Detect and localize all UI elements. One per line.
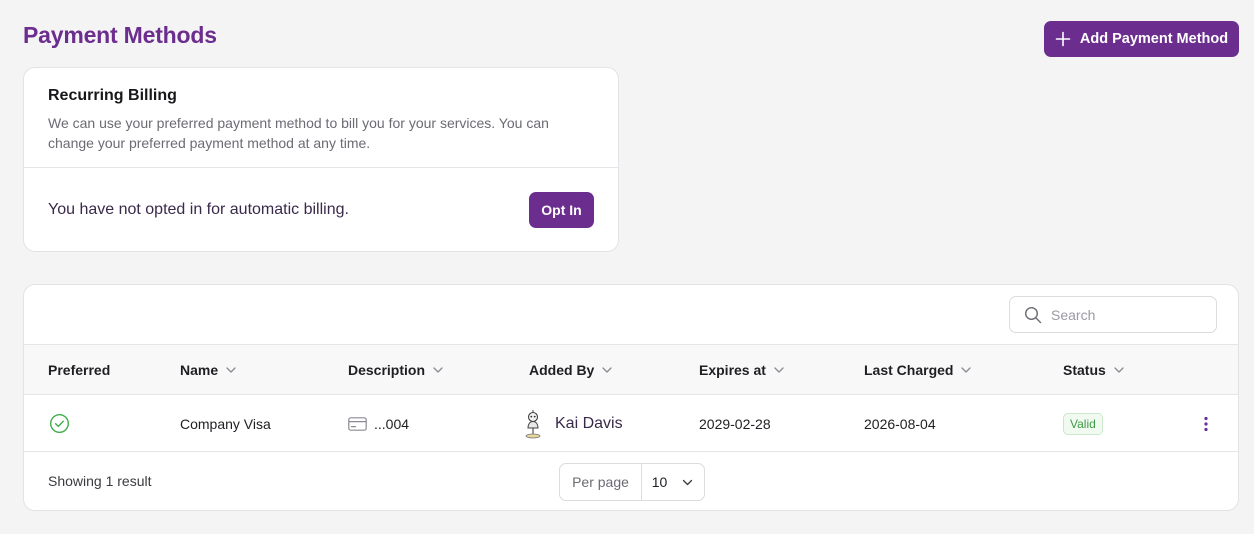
added-by-cell: Kai Davis xyxy=(521,395,623,452)
status-cell: Valid xyxy=(1063,395,1103,452)
add-payment-method-label: Add Payment Method xyxy=(1079,31,1229,47)
result-count: Showing 1 result xyxy=(48,473,152,489)
per-page-select[interactable]: 10 xyxy=(642,464,704,500)
column-expires-at[interactable]: Expires at xyxy=(699,345,786,395)
added-by-name: Kai Davis xyxy=(555,414,623,432)
column-status-label: Status xyxy=(1063,362,1106,378)
row-actions-button[interactable] xyxy=(1194,412,1218,436)
status-badge: Valid xyxy=(1063,412,1103,435)
column-last-charged[interactable]: Last Charged xyxy=(864,345,973,395)
payment-methods-table: Preferred Name Description Added By Expi… xyxy=(23,284,1239,511)
description-cell: ...004 xyxy=(348,395,409,452)
column-preferred-label: Preferred xyxy=(48,362,111,378)
last-charged-cell: 2026-08-04 xyxy=(864,415,936,432)
row-actions-cell xyxy=(1194,395,1218,452)
billing-card-header: Recurring Billing We can use your prefer… xyxy=(24,68,618,168)
column-expires-at-label: Expires at xyxy=(699,362,766,378)
column-status[interactable]: Status xyxy=(1063,345,1126,395)
billing-title: Recurring Billing xyxy=(48,87,177,104)
kebab-menu-icon xyxy=(1204,416,1208,431)
opt-in-button[interactable]: Opt In xyxy=(529,192,594,228)
recurring-billing-card: Recurring Billing We can use your prefer… xyxy=(23,67,619,252)
name-cell: Company Visa xyxy=(180,415,271,432)
search-box[interactable] xyxy=(1009,296,1217,333)
billing-description: We can use your preferred payment method… xyxy=(48,115,549,151)
per-page-control: Per page 10 xyxy=(559,463,705,501)
chevron-down-icon xyxy=(602,367,612,373)
page-title: Payment Methods xyxy=(23,22,217,48)
per-page-value: 10 xyxy=(651,474,668,490)
billing-card-body: You have not opted in for automatic bill… xyxy=(24,168,618,252)
card-last-digits: ...004 xyxy=(374,415,410,432)
chevron-down-icon xyxy=(961,367,972,373)
column-added-by-label: Added By xyxy=(529,362,595,378)
chevron-down-icon xyxy=(683,479,693,485)
per-page-label: Per page xyxy=(560,464,642,500)
column-description[interactable]: Description xyxy=(348,345,445,395)
credit-card-icon xyxy=(348,416,367,431)
column-preferred: Preferred xyxy=(48,345,110,395)
search-input[interactable] xyxy=(1051,306,1201,323)
column-description-label: Description xyxy=(348,362,426,378)
chevron-down-icon xyxy=(1114,367,1124,373)
chevron-down-icon xyxy=(774,367,784,373)
table-toolbar xyxy=(24,285,1238,345)
avatar xyxy=(525,409,541,438)
table-footer: Showing 1 result Per page 10 xyxy=(24,452,1238,510)
chevron-down-icon xyxy=(433,367,443,373)
plus-icon xyxy=(1055,31,1071,47)
expires-at-cell: 2029-02-28 xyxy=(699,415,771,432)
chevron-down-icon xyxy=(226,367,236,373)
column-name[interactable]: Name xyxy=(180,345,238,395)
billing-status-message: You have not opted in for automatic bill… xyxy=(48,201,349,218)
column-name-label: Name xyxy=(180,362,219,378)
check-circle-icon xyxy=(49,413,70,434)
table-header: Preferred Name Description Added By Expi… xyxy=(24,345,1238,395)
column-last-charged-label: Last Charged xyxy=(864,362,954,378)
column-added-by[interactable]: Added By xyxy=(529,345,614,395)
add-payment-method-button[interactable]: Add Payment Method xyxy=(1044,21,1239,57)
search-icon xyxy=(1024,306,1042,323)
preferred-cell xyxy=(49,395,70,452)
table-row[interactable]: Company Visa ...004 Kai Davis 2029-02-28… xyxy=(24,395,1238,452)
